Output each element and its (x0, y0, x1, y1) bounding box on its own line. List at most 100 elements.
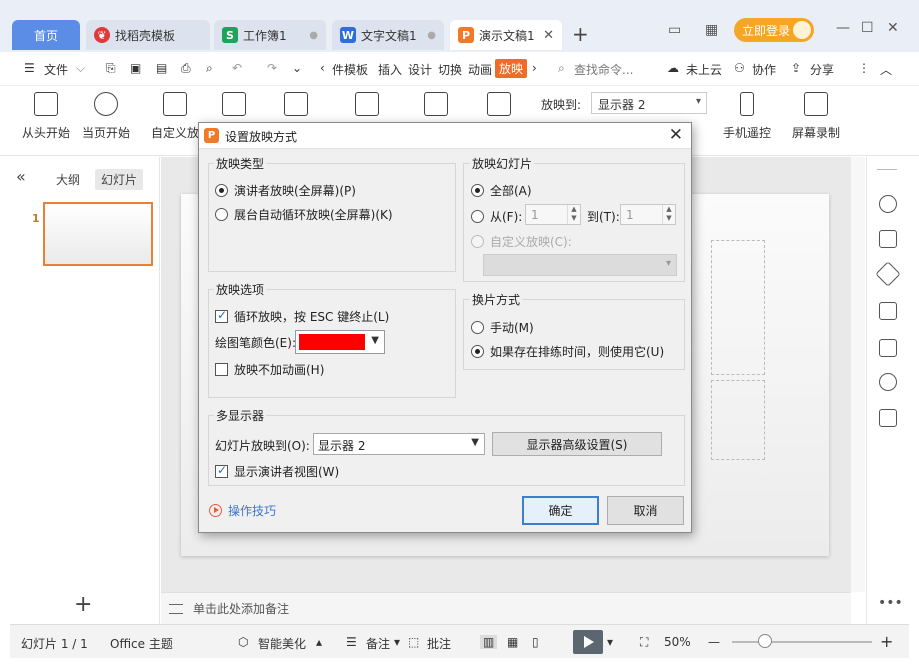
from-current-button[interactable]: 当页开始 (82, 92, 130, 141)
tab-presentation[interactable]: P 演示文稿1 ✕ (450, 20, 562, 50)
show-type-presenter[interactable]: 演讲者放映(全屏幕)(P) (215, 182, 356, 199)
collapse-ribbon-icon[interactable]: ︿ (880, 61, 892, 78)
print-icon[interactable]: ⎙ (181, 61, 191, 76)
slides-custom-option[interactable]: 自定义放映(C): (471, 233, 572, 250)
scroll-left-icon[interactable]: ‹ (320, 61, 325, 75)
reading-view-icon[interactable]: ▯ (532, 635, 539, 649)
zoom-level[interactable]: 50% (664, 635, 691, 649)
flash-icon[interactable] (879, 373, 897, 391)
ok-button[interactable]: 确定 (522, 496, 599, 525)
menu-item-template[interactable]: 件模板 (332, 61, 368, 78)
screen-record-button[interactable]: 屏幕录制 (792, 92, 840, 141)
from-spinner[interactable]: 1 ▲ ▼ (525, 204, 581, 225)
save-icon[interactable]: ▣ (130, 61, 141, 75)
show-type-kiosk[interactable]: 展台自动循环放映(全屏幕)(K) (215, 206, 393, 223)
menu-item-slideshow[interactable]: 放映 (495, 59, 528, 78)
close-window-icon[interactable]: ✕ (887, 20, 899, 36)
window-layout-icon[interactable]: ▭ (668, 22, 681, 38)
subtitle-placeholder[interactable] (711, 380, 765, 460)
chevron-down-icon[interactable]: ⌵ (76, 61, 85, 76)
chevron-up-icon[interactable]: ▴ (316, 635, 322, 649)
tab-home[interactable]: 首页 (12, 20, 80, 50)
menu-item-transition[interactable]: 切换 (438, 61, 462, 78)
phone-remote-button[interactable]: 手机遥控 (723, 92, 771, 141)
rehearse-button[interactable] (222, 92, 246, 124)
custom-show-button[interactable]: 自定义放 (151, 92, 199, 141)
zoom-slider[interactable] (732, 641, 872, 643)
shape-icon[interactable] (879, 302, 897, 320)
notes-area[interactable]: 单击此处添加备注 (161, 592, 851, 624)
new-tab-button[interactable]: + (572, 22, 589, 46)
tips-link[interactable]: 操作技巧 (209, 502, 276, 519)
monitor-advanced-button[interactable]: 显示器高级设置(S) (492, 432, 662, 456)
slide-thumbnail[interactable] (43, 202, 153, 266)
rocket-icon[interactable] (879, 195, 897, 213)
export-icon[interactable]: ▤ (156, 61, 167, 75)
redo-icon[interactable]: ↷ (267, 61, 277, 75)
menu-item-design[interactable]: 设计 (408, 61, 432, 78)
menu-item-animation[interactable]: 动画 (468, 61, 492, 78)
sliders-icon[interactable] (879, 230, 897, 248)
show-on-select[interactable]: 显示器 2 (591, 92, 707, 114)
cloud-status[interactable]: 未上云 (686, 61, 722, 78)
tab-docer[interactable]: ❦ 找稻壳模板 (86, 20, 210, 50)
new-doc-icon[interactable]: ⎘ (106, 61, 116, 76)
login-button[interactable]: 立即登录 (734, 18, 814, 42)
star-icon[interactable] (875, 261, 901, 287)
tab-slides[interactable]: 幻灯片 (95, 169, 144, 190)
spinner-arrows-icon[interactable]: ▲ ▼ (567, 205, 580, 224)
more-icon[interactable]: ⋮ (858, 61, 870, 75)
menu-file[interactable]: 文件 (44, 61, 68, 78)
title-placeholder[interactable] (711, 240, 765, 375)
sorter-view-icon[interactable]: ▦ (507, 635, 518, 649)
pen-color-picker[interactable]: ▼ (295, 330, 385, 354)
to-spinner[interactable]: 1 ▲ ▼ (620, 204, 676, 225)
normal-view-icon[interactable]: ▥ (480, 635, 498, 649)
comments-button[interactable]: 批注 (427, 635, 451, 652)
collab-button[interactable]: 协作 (752, 61, 776, 78)
spinner-arrows-icon[interactable]: ▲ ▼ (662, 205, 675, 224)
tab-workbook[interactable]: S 工作簿1 ● (214, 20, 326, 50)
pen-button[interactable] (355, 92, 379, 124)
minimize-icon[interactable]: — (836, 20, 850, 36)
slides-all-option[interactable]: 全部(A) (471, 182, 532, 199)
more-dots-icon[interactable]: ••• (878, 595, 903, 611)
collapse-panel-icon[interactable]: « (16, 167, 26, 186)
presenter-view-checkbox[interactable]: 显示演讲者视图(W) (215, 463, 339, 480)
notes-button[interactable]: 备注 (366, 635, 390, 652)
play-slideshow-button[interactable] (573, 630, 603, 654)
zoom-slider-handle[interactable] (758, 634, 772, 648)
from-start-button[interactable]: 从头开始 (22, 92, 70, 141)
close-tab-icon[interactable]: ✕ (543, 28, 554, 43)
menu-item-insert[interactable]: 插入 (378, 61, 402, 78)
zoom-in-icon[interactable]: + (880, 632, 893, 651)
loop-checkbox[interactable]: 循环放映，按 ESC 键终止(L) (215, 308, 389, 325)
theme-name[interactable]: Office 主题 (110, 635, 173, 652)
undo-icon[interactable]: ↶ (232, 61, 242, 75)
settings-button[interactable] (284, 92, 308, 124)
advance-timings-option[interactable]: 如果存在排练时间，则使用它(U) (471, 343, 664, 360)
preview-icon[interactable]: ⌕ (206, 61, 213, 76)
share-button[interactable]: 分享 (810, 61, 834, 78)
custom-show-select[interactable]: ▾ (483, 254, 677, 276)
book-icon[interactable] (879, 409, 897, 427)
fit-window-icon[interactable]: ⛶ (640, 635, 648, 650)
chevron-down-icon[interactable]: ▾ (607, 635, 613, 649)
tab-writer[interactable]: W 文字文稿1 ● (332, 20, 444, 50)
beautify-button[interactable]: 智能美化 (258, 635, 306, 652)
vertical-scrollbar[interactable] (851, 157, 865, 592)
image-settings-icon[interactable] (879, 339, 897, 357)
apps-grid-icon[interactable]: ▦ (705, 22, 718, 38)
dialog-close-icon[interactable]: ✕ (669, 125, 683, 145)
hamburger-icon[interactable]: ☰ (24, 61, 35, 75)
zoom-out-icon[interactable]: — (708, 635, 720, 649)
monitor-select[interactable]: 显示器 2 ▼ (313, 433, 485, 455)
no-animation-checkbox[interactable]: 放映不加动画(H) (215, 361, 324, 378)
customize-icon[interactable]: ⌄ (292, 61, 302, 75)
maximize-icon[interactable]: ☐ (861, 20, 874, 36)
slides-range-option[interactable]: 从(F): (471, 208, 522, 225)
scroll-right-icon[interactable]: › (532, 61, 537, 75)
search-command-input[interactable]: 查找命令... (574, 61, 633, 78)
cancel-button[interactable]: 取消 (607, 496, 684, 525)
presenter-button[interactable] (487, 92, 511, 124)
